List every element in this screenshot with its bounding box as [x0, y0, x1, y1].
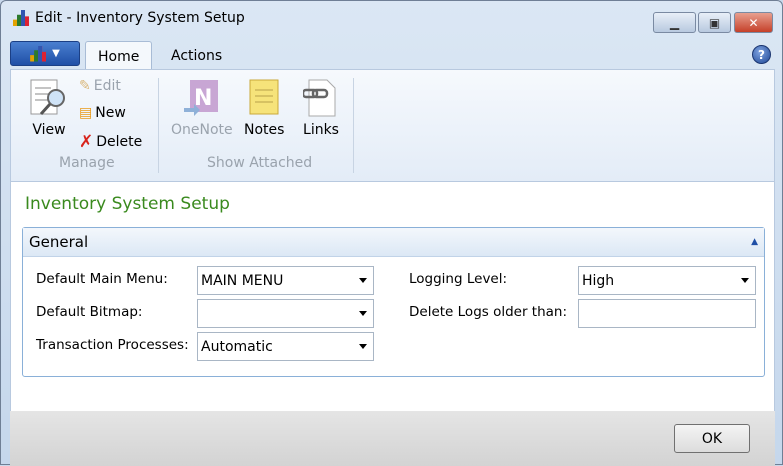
onenote-button[interactable]: N OneNote	[171, 78, 233, 138]
title-bar: Edit - Inventory System Setup	[13, 10, 245, 26]
footer-bar: OK	[10, 411, 775, 466]
collapse-chevron-icon[interactable]: ▲	[751, 237, 758, 247]
notes-button[interactable]: Notes	[244, 78, 284, 138]
pencil-icon: ✎	[79, 78, 91, 94]
dropdown-arrow-icon	[741, 278, 749, 283]
close-button[interactable]: ✕	[734, 12, 773, 33]
maximize-button[interactable]: ▣	[698, 12, 731, 33]
new-label: New	[95, 105, 126, 121]
default-bitmap-label: Default Bitmap:	[36, 304, 143, 320]
ribbon: View ✎ Edit ▤ New ✗ Delete Manage N OneNote…	[10, 69, 775, 182]
delete-logs-input[interactable]	[578, 299, 756, 328]
transaction-processes-dropdown[interactable]: Automatic	[197, 332, 374, 361]
help-icon[interactable]: ?	[752, 45, 771, 64]
transaction-processes-value: Automatic	[201, 338, 273, 355]
general-header[interactable]: General ▲	[23, 228, 764, 257]
chevron-down-icon: ▼	[52, 48, 60, 59]
general-fasttab: General ▲ Default Main Menu: MAIN MENU De…	[22, 227, 765, 377]
view-button[interactable]: View	[29, 78, 69, 138]
tab-actions[interactable]: Actions	[159, 41, 234, 70]
links-icon	[303, 79, 336, 117]
dropdown-arrow-icon	[359, 311, 367, 316]
logging-level-dropdown[interactable]: High	[578, 266, 756, 295]
links-button[interactable]: Links	[303, 78, 339, 138]
new-document-icon: ▤	[79, 105, 93, 121]
transaction-processes-label: Transaction Processes:	[36, 337, 189, 353]
dropdown-arrow-icon	[359, 278, 367, 283]
group-separator	[353, 78, 354, 173]
default-bitmap-dropdown[interactable]	[197, 299, 374, 328]
default-main-menu-value: MAIN MENU	[201, 272, 284, 289]
view-label: View	[32, 122, 66, 138]
group-label-show-attached: Show Attached	[207, 155, 313, 171]
delete-x-icon: ✗	[79, 132, 94, 152]
window-title: Edit - Inventory System Setup	[35, 10, 245, 26]
delete-button[interactable]: ✗ Delete	[79, 132, 142, 152]
general-title: General	[29, 233, 89, 251]
content-area: Inventory System Setup General ▲ Default …	[10, 182, 775, 411]
window: Edit - Inventory System Setup ▁ ▣ ✕ ▼ Ho…	[0, 0, 783, 466]
new-button[interactable]: ▤ New	[79, 105, 126, 121]
default-main-menu-dropdown[interactable]: MAIN MENU	[197, 266, 374, 295]
default-main-menu-label: Default Main Menu:	[36, 271, 168, 287]
delete-label: Delete	[96, 134, 143, 150]
onenote-label: OneNote	[171, 122, 233, 138]
page-title: Inventory System Setup	[25, 194, 230, 214]
links-label: Links	[303, 122, 339, 138]
dropdown-arrow-icon	[359, 344, 367, 349]
onenote-icon: N	[183, 80, 218, 116]
minimize-button[interactable]: ▁	[653, 12, 696, 33]
view-icon	[30, 79, 65, 116]
logging-level-label: Logging Level:	[409, 271, 508, 287]
edit-button[interactable]: ✎ Edit	[79, 78, 121, 94]
application-menu-button[interactable]: ▼	[10, 41, 80, 66]
app-logo-icon	[13, 10, 29, 26]
notes-icon	[249, 79, 279, 115]
group-separator	[158, 78, 159, 173]
edit-label: Edit	[93, 78, 121, 94]
ok-button[interactable]: OK	[674, 424, 750, 453]
logging-level-value: High	[582, 272, 615, 289]
tab-home[interactable]: Home	[85, 41, 153, 71]
group-label-manage: Manage	[59, 155, 115, 171]
app-logo-icon	[30, 45, 47, 62]
delete-logs-label: Delete Logs older than:	[409, 304, 568, 320]
notes-label: Notes	[244, 122, 285, 138]
